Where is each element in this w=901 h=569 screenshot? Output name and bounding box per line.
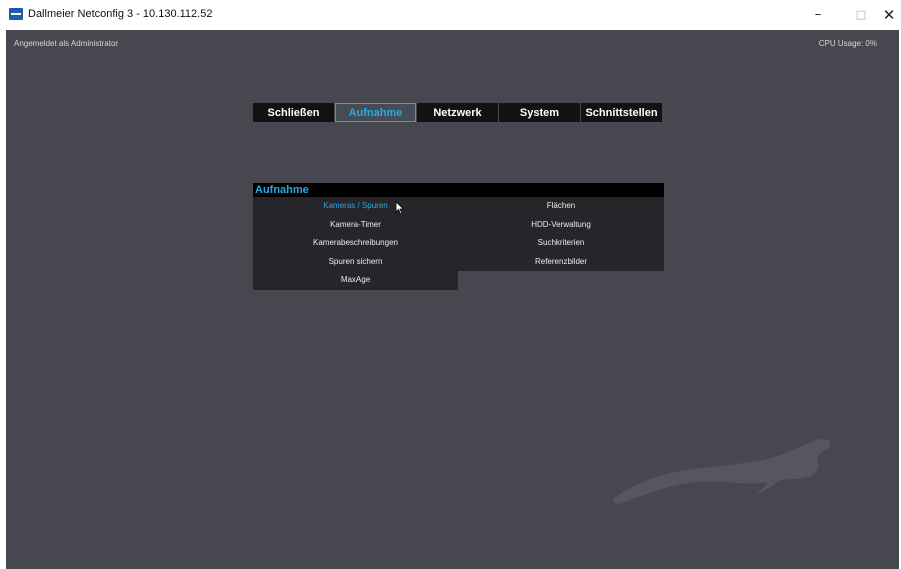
- mouse-pointer-icon: [395, 201, 405, 215]
- maximize-button[interactable]: □: [846, 0, 876, 30]
- dallmeier-app-icon: [9, 8, 23, 20]
- menu-item-kamera-timer[interactable]: Kamera-Timer: [253, 216, 458, 235]
- menu-item-spuren-sichern[interactable]: Spuren sichern: [253, 253, 458, 272]
- menu-item-hdd-verwaltung[interactable]: HDD-Verwaltung: [458, 216, 664, 235]
- tab-aufnahme[interactable]: Aufnahme: [335, 103, 416, 122]
- aufnahme-panel: Aufnahme Kameras / Spuren Kamera-Timer K…: [253, 183, 664, 304]
- login-status: Angemeldet als Administrator: [14, 39, 119, 48]
- tab-system[interactable]: System: [499, 103, 580, 122]
- panel-menu: Kameras / Spuren Kamera-Timer Kamerabesc…: [253, 197, 664, 304]
- menu-column-right: Flächen HDD-Verwaltung Suchkriterien Ref…: [458, 197, 664, 271]
- app-window: Dallmeier Netconfig 3 - 10.130.112.52 – …: [0, 0, 901, 569]
- menu-item-referenzbilder[interactable]: Referenzbilder: [458, 253, 664, 272]
- title-bar[interactable]: Dallmeier Netconfig 3 - 10.130.112.52 – …: [0, 0, 901, 30]
- app-content: Angemeldet als Administrator CPU Usage: …: [6, 30, 899, 569]
- cpu-usage: CPU Usage: 0%: [818, 39, 877, 48]
- menu-column-left: Kameras / Spuren Kamera-Timer Kamerabesc…: [253, 197, 458, 290]
- panel-title: Aufnahme: [253, 183, 664, 197]
- window-title: Dallmeier Netconfig 3 - 10.130.112.52: [28, 8, 213, 20]
- menu-item-flaechen[interactable]: Flächen: [458, 197, 664, 216]
- tab-netzwerk[interactable]: Netzwerk: [417, 103, 498, 122]
- menu-item-maxage[interactable]: MaxAge: [253, 271, 458, 290]
- menu-item-kamerabeschreibungen[interactable]: Kamerabeschreibungen: [253, 234, 458, 253]
- panther-logo-icon: [613, 438, 831, 505]
- tab-schnittstellen[interactable]: Schnittstellen: [581, 103, 662, 122]
- tab-schliessen[interactable]: Schließen: [253, 103, 334, 122]
- menu-item-kameras-spuren[interactable]: Kameras / Spuren: [253, 197, 458, 216]
- main-tab-bar: Schließen Aufnahme Netzwerk System Schni…: [253, 103, 663, 123]
- close-window-button[interactable]: ✕: [874, 0, 901, 30]
- menu-item-suchkriterien[interactable]: Suchkriterien: [458, 234, 664, 253]
- minimize-button[interactable]: –: [803, 0, 833, 30]
